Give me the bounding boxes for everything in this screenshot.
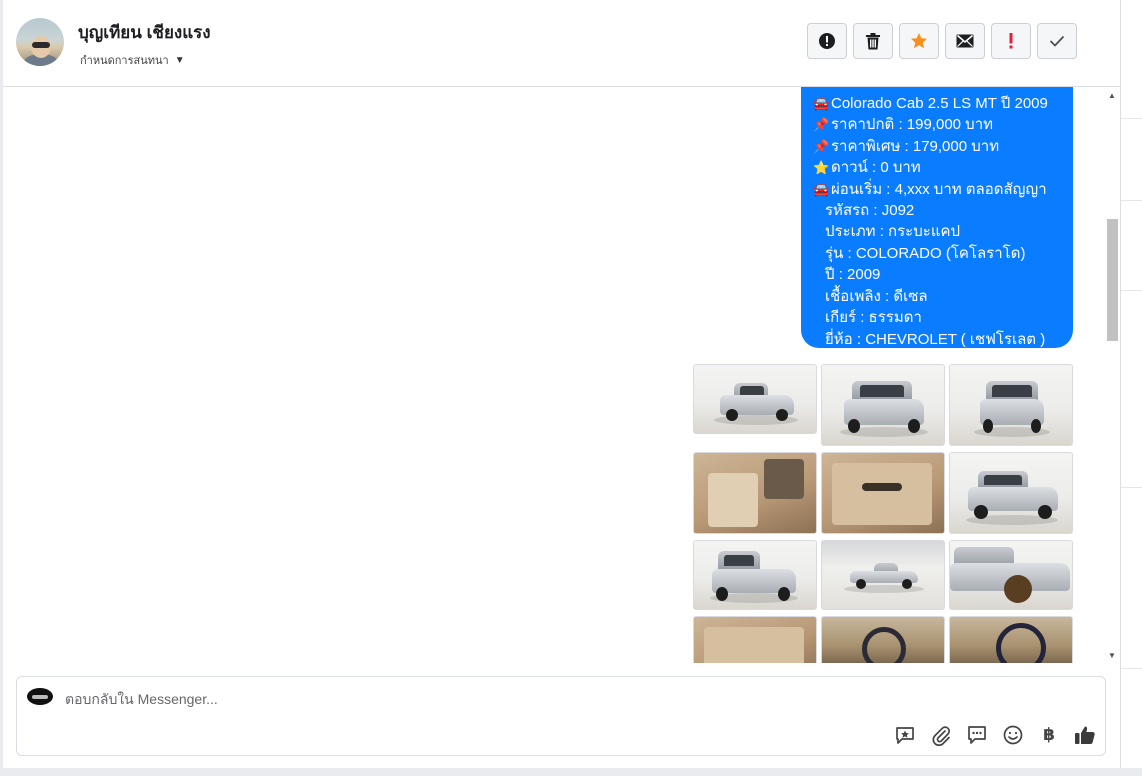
car-photo[interactable] — [949, 540, 1073, 610]
quick-replies-button[interactable] — [965, 723, 989, 747]
emoji-icon — [1003, 725, 1023, 745]
mark-unread-button[interactable] — [945, 23, 985, 59]
saved-reply-icon — [896, 727, 914, 744]
baht-icon: ฿ — [1043, 725, 1055, 744]
car-photo[interactable] — [821, 540, 945, 610]
message-line: รุ่น : COLORADO (โคโลราโด) — [825, 245, 1026, 262]
scrollbar-thumb[interactable] — [1107, 219, 1118, 341]
action-toolbar — [807, 23, 1077, 59]
message-line: เชื้อเพลิง : ดีเซล — [825, 288, 928, 305]
mark-done-button[interactable] — [1037, 23, 1077, 59]
star-emoji-icon: ⭐ — [813, 160, 830, 175]
car-photo[interactable] — [949, 364, 1073, 446]
trash-icon — [866, 33, 880, 50]
delete-button[interactable] — [853, 23, 893, 59]
adjacent-panel — [1121, 0, 1142, 776]
interior-photo[interactable] — [821, 452, 945, 534]
scroll-down-arrow-icon[interactable]: ▼ — [1104, 647, 1120, 663]
star-button[interactable] — [899, 23, 939, 59]
pin-icon: 📌 — [813, 117, 830, 132]
message-line: 🚘 ผ่อนเริ่ม : 4,xxx บาท ตลอดสัญญา — [813, 181, 1047, 198]
assign-label: กำหนดการสนทนา — [80, 55, 169, 67]
attach-button[interactable] — [929, 723, 953, 747]
chat-icon — [968, 726, 986, 744]
message-line: 🚘 Colorado Cab 2.5 LS MT ปี 2009 — [813, 95, 1048, 112]
reply-input[interactable] — [65, 686, 865, 712]
payment-button[interactable]: ฿ — [1037, 723, 1061, 747]
reply-composer: ฿ — [16, 676, 1106, 756]
car-photo[interactable] — [693, 364, 817, 434]
contact-name[interactable]: บุญเทียน เชียงแรง — [78, 19, 211, 46]
message-line: ยี่ห้อ : CHEVROLET ( เชฟโรเลต ) — [825, 331, 1046, 348]
car-icon: 🚘 — [813, 96, 830, 111]
follow-up-button[interactable] — [991, 23, 1031, 59]
car-photo[interactable] — [949, 452, 1073, 534]
message-line: ปี : 2009 — [825, 266, 881, 283]
message-line: เกียร์ : ธรรมดา — [825, 309, 922, 326]
message-line: 📌 ราคาปกติ : 199,000 บาท — [813, 116, 994, 133]
car-photo[interactable] — [693, 540, 817, 610]
check-icon — [1049, 35, 1065, 47]
alert-circle-icon — [819, 33, 835, 49]
interior-photo[interactable] — [693, 616, 817, 663]
message-thread[interactable]: 🚘 Colorado Cab 2.5 LS MT ปี 2009 📌 ราคาปกต… — [3, 87, 1103, 663]
avatar[interactable] — [16, 18, 64, 66]
like-icon — [1075, 726, 1095, 744]
exclamation-icon — [1009, 33, 1013, 49]
caret-down-icon: ▼ — [174, 54, 185, 66]
message-bubble[interactable]: 🚘 Colorado Cab 2.5 LS MT ปี 2009 📌 ราคาปกต… — [801, 87, 1073, 348]
emoji-button[interactable] — [1001, 723, 1025, 747]
star-icon — [911, 33, 927, 49]
interior-photo[interactable] — [693, 452, 817, 534]
interior-photo[interactable] — [821, 616, 945, 663]
conversation-panel: บุญเทียน เชียงแรง กำหนดการสนทนา ▼ 🚘 Colo… — [3, 0, 1121, 768]
saved-reply-button[interactable] — [893, 723, 917, 747]
message-line: รหัสรถ : J092 — [825, 202, 915, 219]
composer-toolbar: ฿ — [893, 723, 1097, 747]
car-icon: 🚘 — [813, 182, 830, 197]
like-button[interactable] — [1073, 723, 1097, 747]
message-line: 📌 ราคาพิเศษ : 179,000 บาท — [813, 138, 1000, 155]
thread-scrollbar[interactable]: ▲ ▼ — [1104, 87, 1120, 663]
mark-spam-button[interactable] — [807, 23, 847, 59]
message-line: ⭐ ดาวน์ : 0 บาท — [813, 159, 921, 176]
car-photo[interactable] — [821, 364, 945, 446]
page-logo-icon — [27, 688, 53, 705]
attachment-icon — [932, 726, 951, 746]
pin-icon: 📌 — [813, 139, 830, 154]
assign-conversation-dropdown[interactable]: กำหนดการสนทนา ▼ — [80, 51, 185, 69]
scroll-up-arrow-icon[interactable]: ▲ — [1104, 87, 1120, 103]
conversation-header: บุญเทียน เชียงแรง กำหนดการสนทนา ▼ — [3, 0, 1120, 87]
message-line: ประเภท : กระบะแคป — [825, 223, 961, 240]
interior-photo[interactable] — [949, 616, 1073, 663]
envelope-icon — [956, 34, 974, 48]
